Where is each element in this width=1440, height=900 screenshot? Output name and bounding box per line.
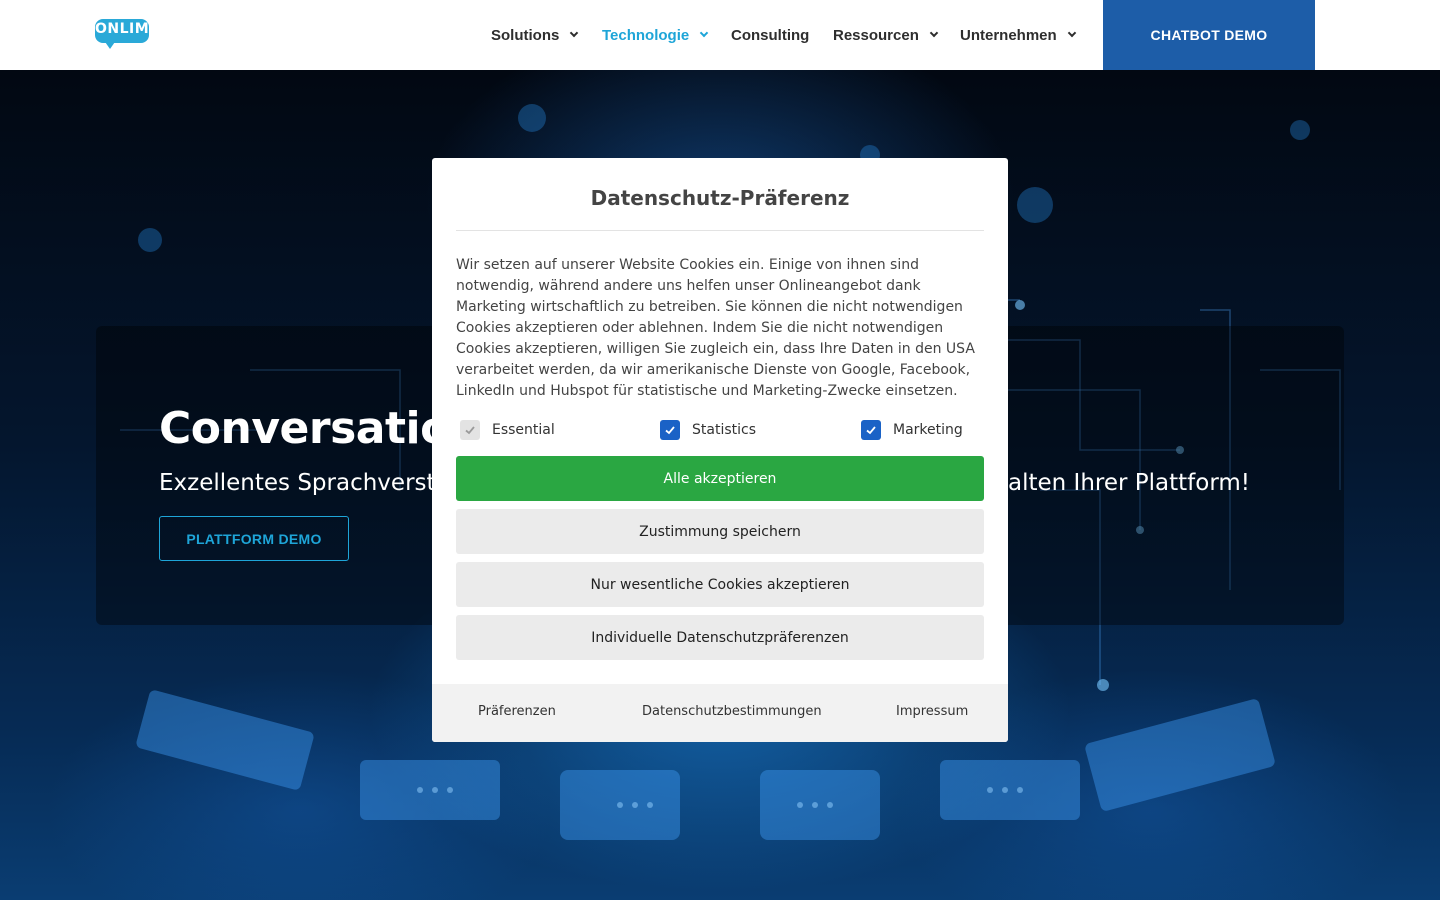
privacy-preference-dialog: Datenschutz-Präferenz Wir setzen auf uns…: [432, 158, 1008, 742]
footer-link-praeferenzen[interactable]: Präferenzen: [478, 704, 556, 719]
nav-label: Technologie: [602, 26, 690, 44]
nav-item-technologie[interactable]: Technologie: [602, 25, 709, 45]
essential-only-button[interactable]: Nur wesentliche Cookies akzeptieren: [456, 562, 984, 607]
hero-subtitle-left: Exzellentes Sprachverstä: [159, 470, 450, 496]
individual-preferences-button[interactable]: Individuelle Datenschutzpräferenzen: [456, 615, 984, 660]
save-consent-button[interactable]: Zustimmung speichern: [456, 509, 984, 554]
check-icon: [465, 426, 475, 435]
checkbox-label: Marketing: [893, 422, 963, 438]
checkbox-statistics-box[interactable]: [660, 420, 680, 440]
hero-subtitle-right: alten Ihrer Plattform!: [1008, 470, 1251, 496]
check-icon: [665, 426, 675, 435]
chevron-down-icon: [699, 28, 709, 38]
nav-label: Consulting: [731, 26, 810, 44]
nav-item-solutions[interactable]: Solutions: [491, 25, 579, 45]
footer-link-datenschutz[interactable]: Datenschutzbestimmungen: [642, 704, 822, 719]
nav-item-unternehmen[interactable]: Unternehmen: [960, 25, 1076, 45]
chevron-down-icon: [1067, 28, 1076, 38]
chatbot-demo-button[interactable]: CHATBOT DEMO: [1103, 0, 1315, 70]
chevron-down-icon: [570, 28, 579, 38]
logo-bubble-tail: [103, 39, 117, 49]
nav-label: Unternehmen: [960, 26, 1057, 44]
dialog-body-text: Wir setzen auf unserer Website Cookies e…: [456, 257, 975, 399]
checkbox-label: Essential: [492, 422, 555, 438]
checkbox-essential[interactable]: Essential: [460, 419, 555, 441]
divider: [456, 230, 984, 231]
dialog-footer: Präferenzen Datenschutzbestimmungen Impr…: [432, 684, 1008, 742]
nav-item-consulting[interactable]: Consulting: [731, 25, 809, 45]
nav-item-ressourcen[interactable]: Ressourcen: [833, 25, 939, 45]
plattform-demo-button[interactable]: PLATTFORM DEMO: [159, 516, 349, 561]
logo-text: ONLIM: [95, 21, 150, 37]
onlim-logo[interactable]: ONLIM: [95, 19, 149, 50]
nav-label: Ressourcen: [833, 26, 919, 44]
check-icon: [866, 426, 876, 435]
checkbox-essential-box[interactable]: [460, 420, 480, 440]
site-header: ONLIM Solutions Technologie Consulting R…: [0, 0, 1440, 70]
checkbox-marketing-box[interactable]: [861, 420, 881, 440]
checkbox-statistics[interactable]: Statistics: [660, 419, 756, 441]
checkbox-marketing[interactable]: Marketing: [861, 419, 963, 441]
chevron-down-icon: [929, 28, 939, 38]
footer-link-impressum[interactable]: Impressum: [896, 704, 968, 719]
accept-all-button[interactable]: Alle akzeptieren: [456, 456, 984, 501]
checkbox-label: Statistics: [692, 422, 756, 438]
dialog-title: Datenschutz-Präferenz: [590, 186, 850, 210]
nav-label: Solutions: [491, 26, 560, 44]
